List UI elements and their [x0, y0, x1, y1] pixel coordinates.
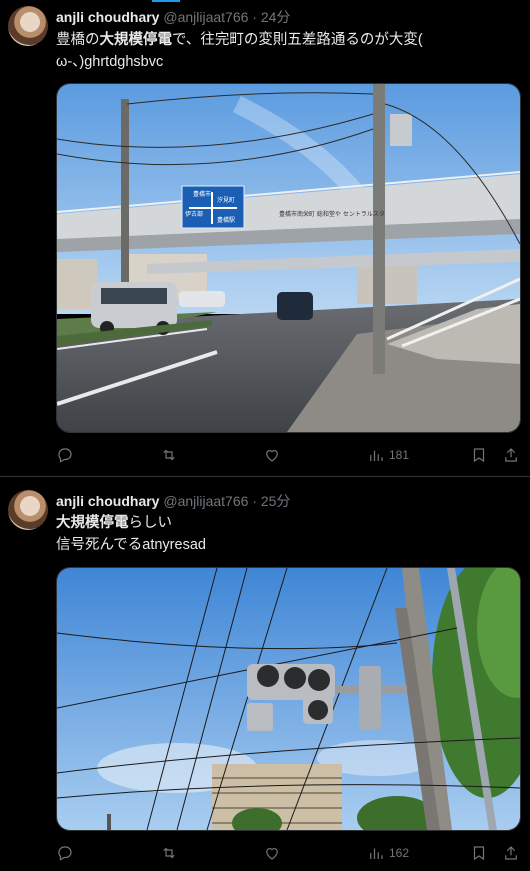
tweet-text: 豊橋の大規模停電で、往完町の変則五差路通るのが大変( ω-、)ghrtdghsb…: [56, 29, 423, 73]
tweet-line-1: 大規模停電らしい: [56, 512, 206, 534]
repost-icon: [163, 847, 175, 859]
sign-text: 豊橋駅: [217, 216, 235, 224]
author-name[interactable]: anjli choudhary: [56, 9, 159, 25]
timestamp[interactable]: 25分: [261, 493, 291, 509]
views-icon: [370, 848, 383, 859]
views-icon: [370, 450, 383, 461]
author-handle[interactable]: @anjlijaat766: [163, 9, 248, 25]
like-button[interactable]: [263, 843, 281, 863]
tweet-line-2: 信号死んでるatnyresad: [56, 537, 206, 553]
sign-text: 伊古部: [185, 210, 203, 218]
share-icon: [505, 448, 517, 462]
bookmark-button[interactable]: [470, 843, 488, 863]
text-segment: 豊橋の: [56, 32, 100, 48]
reply-button[interactable]: [56, 445, 74, 465]
separator: ·: [252, 9, 257, 25]
hashtag-keyword[interactable]: 大規模停電: [56, 515, 129, 531]
sign-text: 豊橋市: [193, 190, 211, 198]
reply-button[interactable]: [56, 843, 74, 863]
sign-text: 汐見町: [217, 196, 235, 204]
tweet-photo[interactable]: 豊橋市 汐見町 伊古部 豊橋駅 豊橋市南栄町 総和堂や セントラルスタ: [56, 83, 521, 433]
separator: ·: [252, 493, 257, 509]
reply-icon: [58, 846, 72, 861]
views-button[interactable]: 162: [367, 843, 409, 863]
street-photo: 豊橋市 汐見町 伊古部 豊橋駅 豊橋市南栄町 総和堂や セントラルスタ: [57, 84, 520, 432]
share-button[interactable]: [502, 445, 520, 465]
tweet[interactable]: anjli choudhary @anjlijaat766 · 24分 豊橋の大…: [0, 0, 530, 476]
tweet-actions: 162: [56, 843, 521, 863]
bookmark-button[interactable]: [470, 445, 488, 465]
tweet-header: anjli choudhary @anjlijaat766 · 25分: [56, 492, 290, 510]
avatar[interactable]: [8, 6, 48, 46]
reply-icon: [58, 448, 72, 463]
text-segment: らしい: [128, 515, 173, 531]
tweet-line-2: ω-、)ghrtdghsbvc: [56, 54, 164, 70]
avatar[interactable]: [8, 490, 48, 530]
tweet-header: anjli choudhary @anjlijaat766 · 24分: [56, 8, 290, 26]
bridge-text: 豊橋市南栄町 総和堂や セントラルスタ: [279, 210, 385, 218]
repost-icon: [163, 449, 175, 461]
author-name[interactable]: anjli choudhary: [56, 493, 159, 509]
repost-button[interactable]: [160, 843, 178, 863]
tweet-text: 大規模停電らしい 信号死んでるatnyresad: [56, 512, 206, 556]
text-segment: で、往完町の変則五差路通るのが大変(: [172, 32, 423, 48]
tweet[interactable]: anjli choudhary @anjlijaat766 · 25分 大規模停…: [0, 477, 530, 871]
tweet-actions: 181: [56, 445, 521, 465]
views-count: 181: [389, 448, 410, 462]
like-button[interactable]: [263, 445, 281, 465]
heart-icon: [266, 848, 278, 860]
views-button[interactable]: 181: [367, 445, 409, 465]
timestamp[interactable]: 24分: [261, 9, 291, 25]
repost-button[interactable]: [160, 445, 178, 465]
views-count: 162: [389, 846, 410, 860]
heart-icon: [266, 450, 278, 462]
share-button[interactable]: [502, 843, 520, 863]
traffic-light-photo: [57, 568, 520, 830]
author-handle[interactable]: @anjlijaat766: [163, 493, 248, 509]
bookmark-icon: [473, 448, 485, 463]
share-icon: [505, 846, 517, 860]
hashtag-keyword[interactable]: 大規模停電: [100, 32, 173, 48]
bookmark-icon: [473, 846, 485, 861]
tweet-photo[interactable]: [56, 567, 521, 831]
tweet-line-1: 豊橋の大規模停電で、往完町の変則五差路通るのが大変(: [56, 29, 423, 51]
